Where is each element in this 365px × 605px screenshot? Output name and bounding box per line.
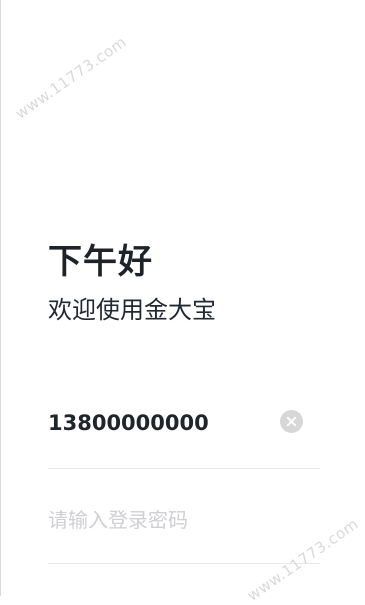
phone-divider (48, 468, 320, 469)
phone-input[interactable] (48, 406, 268, 440)
greeting-title: 下午好 (48, 242, 153, 282)
watermark-top: www.11773.com (12, 32, 130, 123)
clear-icon (286, 416, 297, 427)
clear-phone-button[interactable] (280, 410, 303, 433)
left-border (0, 0, 1, 596)
welcome-subtitle: 欢迎使用金大宝 (48, 296, 216, 324)
password-field (48, 493, 320, 565)
login-screen: www.11773.com 下午好 欢迎使用金大宝 www.11773.com (0, 0, 365, 605)
password-input[interactable] (48, 503, 268, 537)
phone-field (48, 398, 320, 470)
